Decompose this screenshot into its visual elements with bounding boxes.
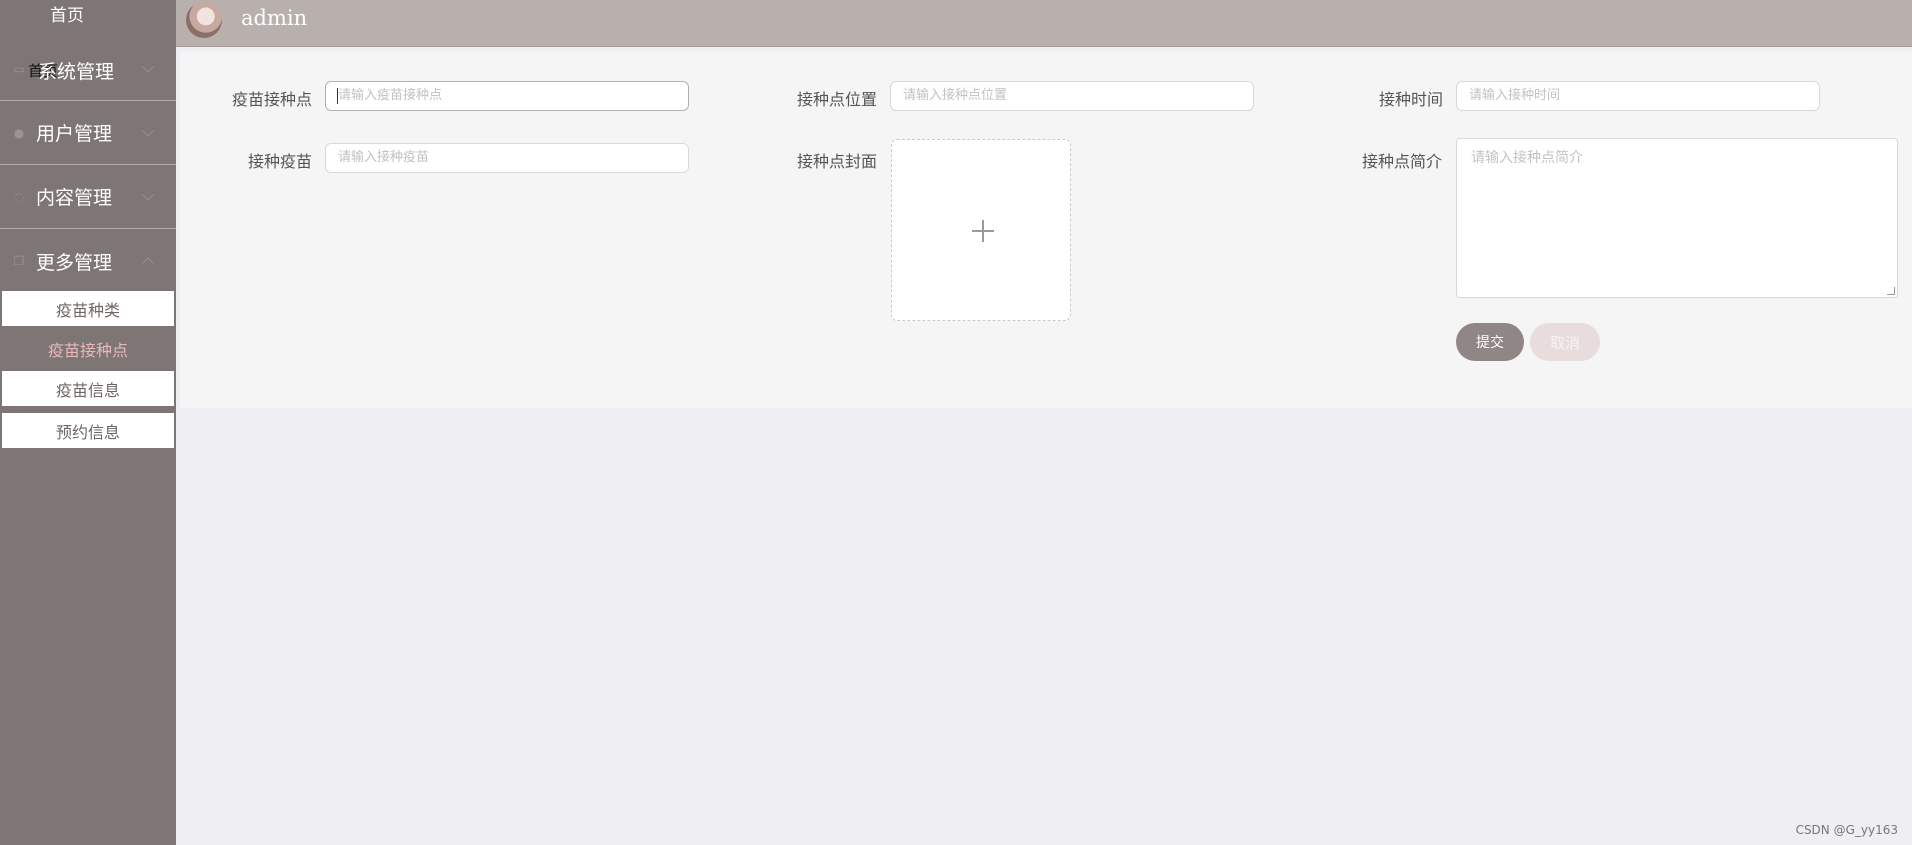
location-label: 接种点位置	[797, 90, 878, 109]
chevron-down-icon	[142, 125, 154, 137]
copy-icon: ❐	[13, 254, 25, 268]
submenu-vaccine-info[interactable]: 疫苗信息	[2, 371, 174, 406]
sidebar-group-content[interactable]: ◌ 内容管理	[0, 165, 176, 229]
sidebar-group-more[interactable]: ❐ 更多管理	[0, 229, 176, 293]
avatar[interactable]	[186, 2, 222, 38]
location-input[interactable]: 请输入接种点位置	[890, 81, 1254, 111]
sidebar-group-users[interactable]: ● 用户管理	[0, 101, 176, 165]
submenu-vaccine-types[interactable]: 疫苗种类	[2, 291, 174, 326]
submenu-appointments[interactable]: 预约信息	[2, 413, 174, 448]
time-label: 接种时间	[1379, 90, 1444, 109]
intro-label: 接种点简介	[1362, 152, 1443, 171]
intro-textarea[interactable]: 请输入接种点简介	[1456, 138, 1898, 298]
username: admin	[241, 6, 308, 30]
sidebar: 首页 ▭ 系统管理 首页 系统管理 ● 用户管理 ◌ 内容管理 ❐ 更多管理 疫…	[0, 0, 176, 845]
cancel-button[interactable]: 取消	[1530, 323, 1600, 361]
vaccine-label: 接种疫苗	[248, 152, 313, 171]
site-label: 疫苗接种点	[232, 90, 313, 109]
chat-icon: ▭	[13, 61, 25, 76]
sidebar-group-label: 内容管理	[36, 187, 113, 209]
sidebar-home[interactable]: 首页	[0, 0, 176, 32]
content-icon: ◌	[13, 189, 25, 204]
vaccine-input[interactable]: 请输入接种疫苗	[325, 143, 689, 173]
watermark: CSDN @G_yy163	[1795, 823, 1898, 837]
text-caret	[337, 88, 338, 104]
sidebar-overlay-label: 首页 系统管理	[28, 61, 115, 83]
submenu-vaccination-sites[interactable]: 疫苗接种点	[2, 331, 174, 366]
chevron-down-icon	[142, 189, 154, 201]
site-input[interactable]: 请输入疫苗接种点	[325, 81, 689, 111]
resize-grip-icon[interactable]	[1887, 287, 1895, 295]
sidebar-group-label: 更多管理	[36, 251, 113, 274]
chevron-down-icon	[142, 61, 154, 73]
time-input[interactable]: 请输入接种时间	[1456, 81, 1820, 111]
submit-button[interactable]: 提交	[1456, 323, 1524, 361]
user-icon: ●	[13, 125, 25, 140]
sidebar-group-label: 用户管理	[36, 123, 113, 145]
topbar: admin	[176, 0, 1912, 47]
cover-label: 接种点封面	[797, 152, 878, 171]
chevron-up-icon	[142, 257, 154, 269]
cover-upload[interactable]	[891, 139, 1071, 321]
